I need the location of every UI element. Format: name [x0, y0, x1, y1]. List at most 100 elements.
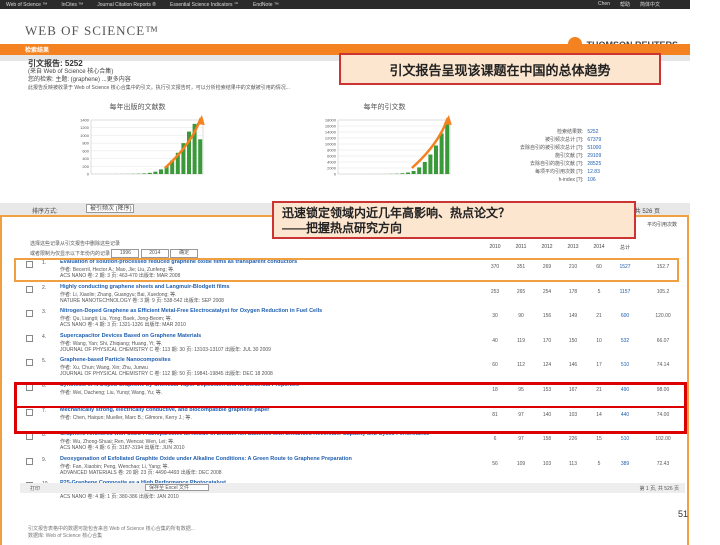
citation-count: 170: [534, 338, 560, 344]
print-button[interactable]: 打印: [30, 485, 40, 492]
save-excel-select[interactable]: 保存至 Excel 文件: [145, 484, 209, 491]
row-checkbox[interactable]: [26, 433, 33, 440]
table-controls: 选择这些记录从引文报告中删除这些记录 或者限制为仅显示以下年份内的记录 1996…: [30, 240, 198, 259]
bar: [445, 125, 449, 175]
stat-label: h-index [?]:: [559, 177, 584, 183]
stat-value[interactable]: 29109: [587, 152, 613, 160]
table-row: 9.Deoxygenation of Exfoliated Graphite O…: [20, 455, 685, 479]
y-tick-label: 200: [82, 164, 89, 169]
citation-count: 6: [482, 436, 508, 442]
stat-value[interactable]: 5252: [587, 128, 613, 136]
stat-row: h-index [?]:106: [520, 176, 613, 184]
stat-value[interactable]: 28525: [587, 160, 613, 168]
bar: [428, 155, 432, 175]
bar: [412, 171, 416, 174]
record-source: NATURE NANOTECHNOLOGY 卷: 3 期: 9 页: 538-5…: [60, 297, 224, 304]
highlight-box-orange: [14, 258, 679, 282]
nav-link-endnote[interactable]: EndNote ™: [253, 2, 279, 8]
y-tick-label: 6000: [327, 154, 337, 159]
citation-count: 10: [586, 338, 612, 344]
citation-count[interactable]: 1157: [612, 289, 638, 295]
row-checkbox[interactable]: [26, 286, 33, 293]
footer-line1: 引文报告表格中的数据可能包含来自 Web of Science 核心合集的所有数…: [28, 526, 195, 533]
record-title-link[interactable]: Highly conducting graphene sheets and La…: [60, 284, 230, 290]
nav-link-incites[interactable]: InCites ™: [61, 2, 83, 8]
row-checkbox[interactable]: [26, 310, 33, 317]
year-from-select[interactable]: 1996: [111, 249, 139, 258]
citation-count[interactable]: 389: [612, 461, 638, 467]
stat-label: 每项平均引用次数 [?]:: [535, 169, 583, 175]
citation-count: 178: [560, 289, 586, 295]
citation-count[interactable]: 510: [612, 362, 638, 368]
pager-bottom[interactable]: 第 1 页, 共 526 页: [640, 485, 679, 492]
wos-logo[interactable]: WEB OF SCIENCE™: [25, 23, 159, 39]
callout2-line2: ——把握热点研究方向: [282, 221, 626, 236]
sort-select[interactable]: 被引频次 (降序): [86, 204, 134, 213]
citation-count: 149: [560, 313, 586, 319]
remove-note: 选择这些记录从引文报告中删除这些记录: [30, 240, 198, 249]
nav-link-jcr[interactable]: Journal Citation Reports ®: [97, 2, 156, 8]
stat-value[interactable]: 12.83: [587, 168, 613, 176]
citation-count: 66.07: [650, 338, 676, 344]
user-menu[interactable]: Chen: [598, 1, 610, 8]
y-tick-label: 4000: [327, 160, 337, 165]
top-nav-bar: Web of Science ™ InCites ™ Journal Citat…: [0, 0, 690, 9]
report-title: 引文报告: 5252: [28, 60, 131, 68]
citation-count: 254: [534, 289, 560, 295]
nav-link-esi[interactable]: Essential Science Indicators ℠: [170, 2, 239, 8]
stat-value[interactable]: 106: [587, 176, 613, 184]
record-title-link[interactable]: Supercapacitor Devices Based on Graphene…: [60, 333, 201, 339]
record-source: ACS NANO 卷: 4 期: 6 页: 3187-3194 出版年: JUN…: [60, 444, 185, 451]
row-checkbox[interactable]: [26, 359, 33, 366]
record-title-link[interactable]: Nitrogen-Doped Graphene as Efficient Met…: [60, 308, 322, 314]
y-tick-label: 1200: [80, 125, 90, 130]
citation-count: 97: [508, 436, 534, 442]
y-tick-label: 14000: [325, 130, 337, 135]
year-column-header: 2010: [482, 244, 508, 250]
row-checkbox[interactable]: [26, 458, 33, 465]
search-query[interactable]: 您的检索: 主题: (graphene) ...更多内容: [28, 76, 131, 84]
report-header: 引文报告: 5252 (来自 Web of Science 核心合集) 您的检索…: [28, 60, 131, 84]
stat-value[interactable]: 67379: [587, 136, 613, 144]
record-title-link[interactable]: Deoxygenation of Exfoliated Graphite Oxi…: [60, 456, 352, 462]
report-info: 此报告反映被收录于 Web of Science 核心合集中的引文。执行引文报告…: [28, 84, 688, 91]
bar: [198, 139, 202, 174]
bar: [440, 134, 444, 175]
stat-row: 去除自引的施引文献 [?]:28525: [520, 160, 613, 168]
year-note: 或者限制为仅显示以下年份内的记录: [30, 251, 110, 257]
tab-search-results[interactable]: 检索结果: [25, 45, 49, 54]
record-title-link[interactable]: Graphene-based Particle Nanocomposites: [60, 357, 171, 363]
y-tick-label: 16000: [325, 124, 337, 129]
citation-count[interactable]: 510: [612, 436, 638, 442]
row-number: 2.: [42, 285, 46, 291]
citation-count: 74.14: [650, 362, 676, 368]
bar: [142, 173, 146, 174]
year-column-header: 2012: [534, 244, 560, 250]
page-margin: [690, 0, 720, 540]
citation-count[interactable]: 532: [612, 338, 638, 344]
row-checkbox[interactable]: [26, 335, 33, 342]
citation-count[interactable]: 600: [612, 313, 638, 319]
citation-count: 17: [586, 362, 612, 368]
header: WEB OF SCIENCE™: [0, 9, 690, 44]
citation-count: 103: [534, 461, 560, 467]
help-link[interactable]: 帮助: [620, 1, 630, 8]
go-button[interactable]: 确定: [170, 249, 198, 258]
citation-count: 113: [560, 461, 586, 467]
row-number: 5.: [42, 358, 46, 364]
language-select[interactable]: 简体中文: [640, 1, 660, 8]
citation-count: 124: [534, 362, 560, 368]
citation-count: 226: [560, 436, 586, 442]
table-row: 5. Graphene-based Particle Nanocomposites…: [20, 356, 685, 380]
citation-count: 102.00: [650, 436, 676, 442]
bar: [417, 167, 421, 174]
citation-count: 253: [482, 289, 508, 295]
nav-link-wos[interactable]: Web of Science ™: [6, 2, 47, 8]
year-to-select[interactable]: 2014: [141, 249, 169, 258]
bar: [148, 173, 152, 174]
chart-title: 每年的引文数: [312, 102, 457, 112]
stat-value[interactable]: 51000: [587, 144, 613, 152]
citation-count: 105.2: [650, 289, 676, 295]
year-column-header: 总计: [612, 244, 638, 251]
record-source: ADVANCED MATERIALS 卷: 20 期: 23 页: 4490-4…: [60, 469, 222, 476]
